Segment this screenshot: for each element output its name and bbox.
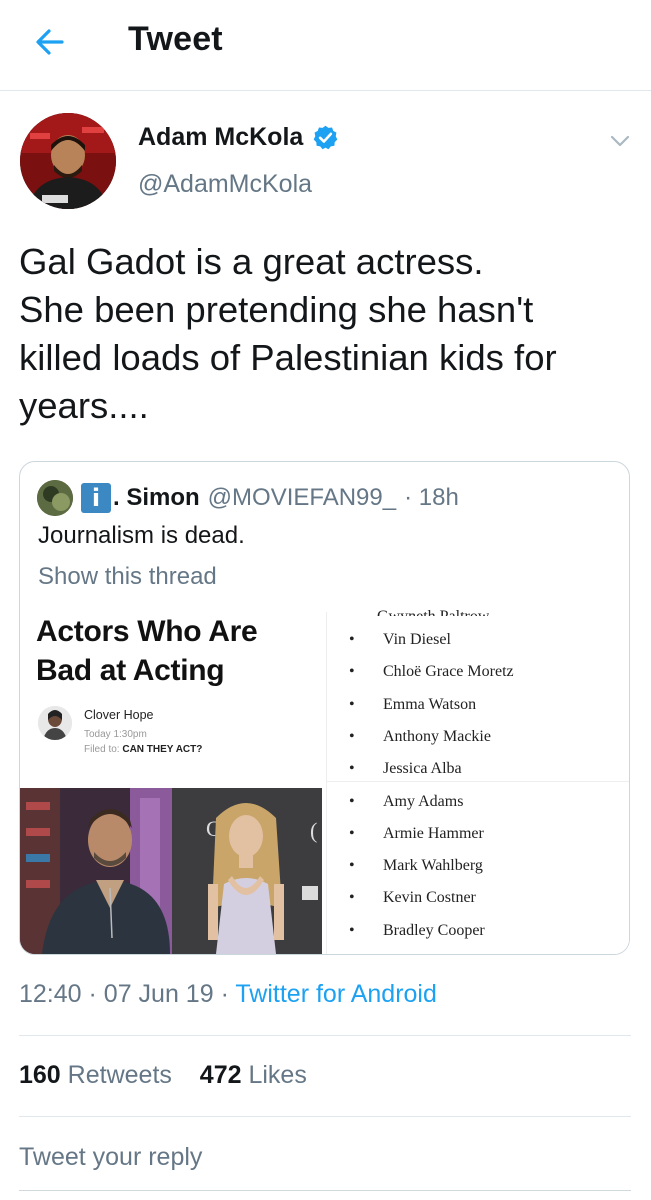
actors-photo: C N ( <box>20 788 322 954</box>
show-thread-link[interactable]: Show this thread <box>38 563 217 591</box>
actor-name: Armie Hammer <box>383 824 484 842</box>
likes-label: Likes <box>248 1061 307 1089</box>
quoted-author-handle: @MOVIEFAN99_ <box>207 484 397 511</box>
actor-list-item: • Armie Hammer <box>349 825 484 843</box>
actor-name: Emma Watson <box>383 695 477 713</box>
actor-name: Bradley Cooper <box>383 921 485 939</box>
tweet-text: Gal Gadot is a great actress. She been p… <box>19 238 634 430</box>
actor-list-item: • Anthony Mackie <box>349 728 491 746</box>
separator-dot: · <box>220 980 236 1008</box>
actor-list-item: • Mark Wahlberg <box>349 857 483 875</box>
actor-list-item: • Vin Diesel <box>349 631 451 649</box>
quoted-tweet-header: i . Simon @MOVIEFAN99_ · 18h <box>37 480 459 516</box>
retweets-count: 160 <box>19 1061 61 1089</box>
actor-name: Amy Adams <box>383 792 464 810</box>
tweet-text-line: She been pretending she hasn't <box>19 289 534 330</box>
quoted-tweet-card[interactable]: i . Simon @MOVIEFAN99_ · 18h Journalism … <box>19 461 630 955</box>
tweet-date: 07 Jun 19 <box>103 980 214 1008</box>
actor-list: Gwyneth Paltrow • Vin Diesel • Chloë Grace … <box>327 608 629 954</box>
separator-dot: · <box>88 980 104 1008</box>
article-title-line: Bad at Acting <box>36 654 225 687</box>
back-arrow-icon[interactable] <box>30 22 70 62</box>
article-author-avatar <box>38 706 72 740</box>
chevron-down-icon[interactable] <box>607 128 633 154</box>
divider <box>19 1116 631 1117</box>
article-title: Actors Who Are Bad at Acting <box>36 612 258 690</box>
bullet-icon: • <box>349 631 355 648</box>
bullet-icon: • <box>349 921 355 939</box>
actor-name: Mark Wahlberg <box>383 857 483 875</box>
tweet-stats: 160 Retweets 472 Likes <box>19 1061 307 1090</box>
retweets-label: Retweets <box>67 1061 172 1089</box>
svg-text:(: ( <box>310 818 317 843</box>
article-filed: Filed to: CAN THEY ACT? <box>84 744 202 755</box>
actor-list-item: • Kevin Costner <box>349 889 476 907</box>
bullet-icon: • <box>349 663 355 681</box>
actor-list-item: • Emma Watson <box>349 696 476 714</box>
author-handle[interactable]: @AdamMcKola <box>138 170 312 199</box>
actor-name: Kevin Costner <box>383 889 476 907</box>
actor-list-item: • Bradley Cooper <box>349 922 485 940</box>
article-title-line: Actors Who Are <box>36 615 258 648</box>
actor-name: Chloë Grace Moretz <box>383 663 514 681</box>
actor-list-item: • Chloë Grace Moretz <box>349 663 514 681</box>
bullet-icon: • <box>349 824 355 842</box>
tweet-time: 12:40 <box>19 980 82 1008</box>
verified-badge-icon <box>314 125 338 150</box>
divider <box>19 1035 631 1036</box>
tweet-text-line: Gal Gadot is a great actress. <box>19 241 484 282</box>
cut-off-list-item: Gwyneth Paltrow <box>377 608 489 616</box>
quoted-tweet-image[interactable]: Actors Who Are Bad at Acting Clover Hope… <box>20 608 629 954</box>
quoted-author-name: . Simon <box>113 484 200 511</box>
tweet-source-link[interactable]: Twitter for Android <box>235 980 436 1008</box>
bullet-icon: • <box>349 727 355 745</box>
bullet-icon: • <box>349 760 355 778</box>
quoted-tweet-text: Journalism is dead. <box>38 522 245 549</box>
tweet-text-line: killed loads of Palestinian kids for <box>19 337 557 378</box>
article-date: Today 1:30pm <box>84 729 147 740</box>
actor-name: Jessica Alba <box>383 760 462 778</box>
likes-count: 472 <box>199 1061 242 1089</box>
article-author: Clover Hope <box>84 708 154 722</box>
author-avatar[interactable] <box>20 113 116 209</box>
retweets-stat[interactable]: 160 Retweets <box>19 1061 179 1089</box>
information-emoji-icon: i <box>81 483 111 513</box>
article-panel: Actors Who Are Bad at Acting Clover Hope… <box>20 612 322 954</box>
actor-name: Anthony Mackie <box>383 727 491 745</box>
quoted-author-avatar <box>37 480 73 516</box>
page-title: Tweet <box>128 20 223 58</box>
likes-stat[interactable]: 472 Likes <box>200 1061 307 1089</box>
actor-list-panel: Gwyneth Paltrow • Vin Diesel • Chloë Grace … <box>326 608 629 954</box>
quoted-tweet-time: · 18h <box>404 484 459 511</box>
reply-input[interactable]: Tweet your reply <box>19 1143 202 1172</box>
tweet-text-line: years.... <box>19 385 149 426</box>
bullet-icon: • <box>349 889 355 907</box>
list-divider <box>327 781 629 782</box>
actor-name: Vin Diesel <box>383 631 451 648</box>
filed-tag: CAN THEY ACT? <box>122 744 203 755</box>
reply-underline <box>19 1190 631 1191</box>
bullet-icon: • <box>349 792 355 810</box>
actor-list-item: • Amy Adams <box>349 793 463 811</box>
top-app-bar: Tweet <box>0 0 651 91</box>
filed-label: Filed to: <box>84 744 120 755</box>
author-name[interactable]: Adam McKola <box>138 123 303 152</box>
bullet-icon: • <box>349 695 355 713</box>
bullet-icon: • <box>349 857 355 875</box>
actor-list-item: • Jessica Alba <box>349 760 462 778</box>
tweet-meta: 12:40 · 07 Jun 19 · Twitter for Android <box>19 980 437 1009</box>
author-name-row[interactable]: Adam McKola <box>138 123 339 152</box>
